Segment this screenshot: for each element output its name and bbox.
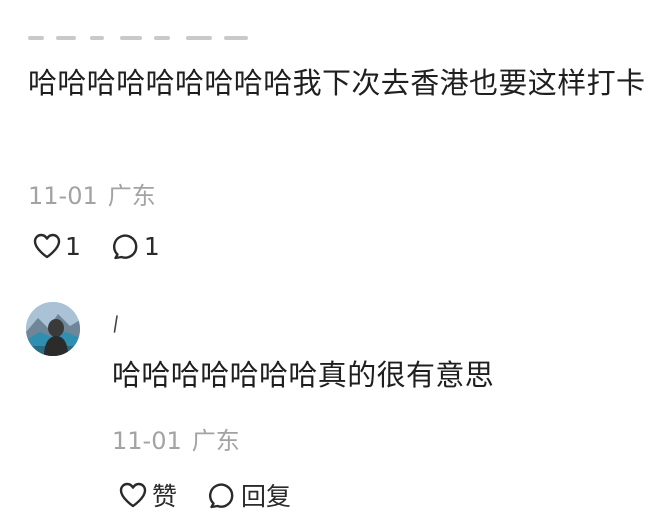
reply-like-label: 赞 <box>152 482 178 511</box>
username-fragment <box>113 315 118 333</box>
comment-reply-count: 1 <box>143 231 160 261</box>
speech-bubble-icon <box>112 234 138 260</box>
reply-username[interactable] <box>113 312 119 336</box>
reply-meta: 11-01 广东 <box>112 421 240 456</box>
heart-icon <box>119 482 147 508</box>
reply-location: 广东 <box>191 427 240 455</box>
comment-actions: 1 1 <box>32 231 190 261</box>
avatar-image <box>26 302 80 356</box>
reply-actions: 赞 回复 <box>118 477 321 513</box>
cutoff-previous-line <box>28 30 253 46</box>
comment-location: 广东 <box>107 182 156 210</box>
comment-meta: 11-01 广东 <box>28 176 156 211</box>
heart-icon <box>33 233 61 259</box>
speech-bubble-icon <box>209 483 234 509</box>
reply-text: 哈哈哈哈哈哈哈真的很有意思 <box>112 358 495 392</box>
comment-text: 哈哈哈哈哈哈哈哈哈我下次去香港也要这样打卡 <box>28 66 646 100</box>
comment-reply-button[interactable]: 1 <box>111 231 160 261</box>
reply-reply-label: 回复 <box>241 482 292 511</box>
reply-reply-button[interactable]: 回复 <box>207 477 291 513</box>
comment-date: 11-01 <box>28 182 98 210</box>
comment-like-button[interactable]: 1 <box>32 232 81 261</box>
avatar[interactable] <box>26 302 80 356</box>
reply-like-button[interactable]: 赞 <box>118 477 177 513</box>
comment-like-count: 1 <box>65 231 81 261</box>
reply-date: 11-01 <box>112 427 182 455</box>
